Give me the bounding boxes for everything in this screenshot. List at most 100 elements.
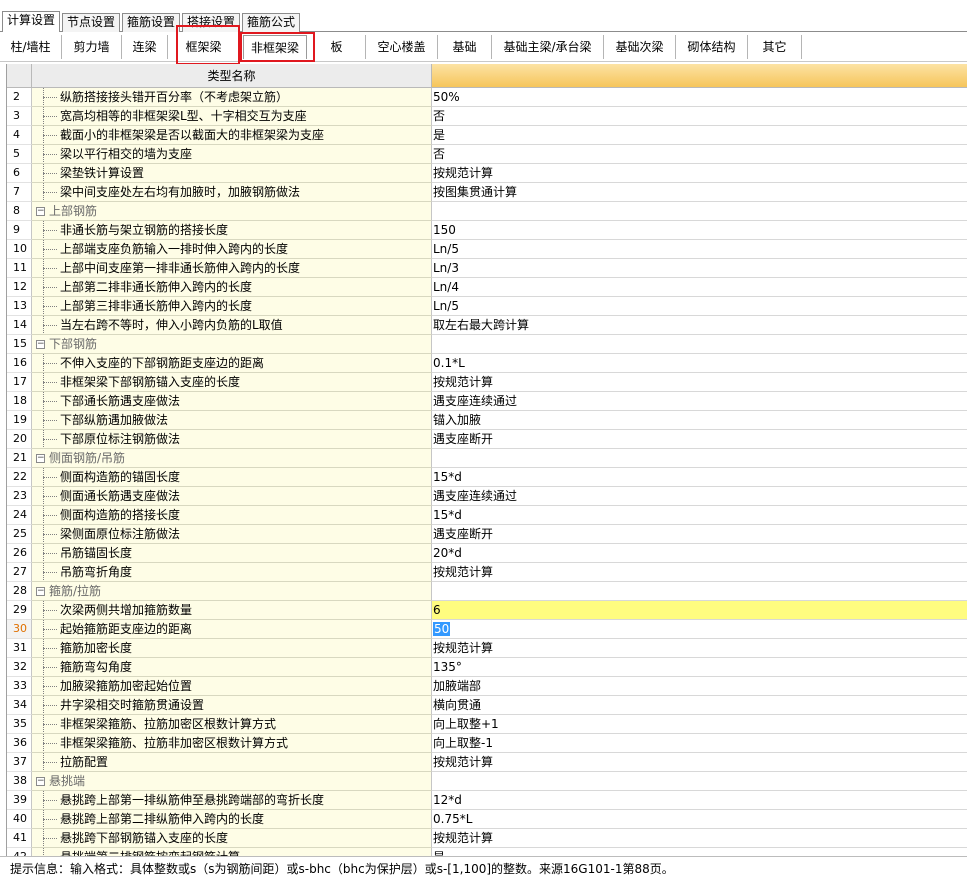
table-row[interactable]: 5 梁以平行相交的墙为支座 否 bbox=[7, 145, 967, 164]
value-cell[interactable]: 按规范计算 bbox=[432, 753, 967, 772]
value-cell[interactable]: 是 bbox=[432, 848, 967, 856]
tab-lap-settings[interactable]: 搭接设置 bbox=[182, 13, 241, 32]
table-row[interactable]: 33 加腋梁箍筋加密起始位置 加腋端部 bbox=[7, 677, 967, 696]
table-row[interactable]: 37 拉筋配置 按规范计算 bbox=[7, 753, 967, 772]
table-row[interactable]: 2 纵筋搭接接头错开百分率（不考虑架立筋） 50% bbox=[7, 88, 967, 107]
collapse-icon[interactable]: − bbox=[36, 207, 45, 216]
table-row[interactable]: 32 箍筋弯勾角度 135° bbox=[7, 658, 967, 677]
collapse-icon[interactable]: − bbox=[36, 454, 45, 463]
tab-stirrup-formula[interactable]: 箍筋公式 bbox=[242, 13, 301, 32]
value-cell[interactable]: 6 bbox=[432, 601, 967, 620]
value-cell[interactable]: 0.75*L bbox=[432, 810, 967, 829]
value-cell[interactable]: 按规范计算 bbox=[432, 373, 967, 392]
table-row[interactable]: 39 悬挑跨上部第一排纵筋伸至悬挑跨端部的弯折长度 12*d bbox=[7, 791, 967, 810]
table-row[interactable]: 19 下部纵筋遇加腋做法 锚入加腋 bbox=[7, 411, 967, 430]
tab-foundation-main-beam[interactable]: 基础主梁/承台梁 bbox=[492, 35, 604, 59]
value-cell[interactable]: 按规范计算 bbox=[432, 164, 967, 183]
table-row[interactable]: 26 吊筋锚固长度 20*d bbox=[7, 544, 967, 563]
value-cell[interactable]: 150 bbox=[432, 221, 967, 240]
tab-masonry[interactable]: 砌体结构 bbox=[676, 35, 748, 59]
value-cell[interactable]: 按规范计算 bbox=[432, 639, 967, 658]
table-row[interactable]: 22 侧面构造筋的锚固长度 15*d bbox=[7, 468, 967, 487]
tab-others[interactable]: 其它 bbox=[748, 35, 802, 59]
value-cell[interactable]: 横向贯通 bbox=[432, 696, 967, 715]
value-cell[interactable]: Ln/5 bbox=[432, 297, 967, 316]
table-row[interactable]: 24 侧面构造筋的搭接长度 15*d bbox=[7, 506, 967, 525]
table-row[interactable]: 35 非框架梁箍筋、拉筋加密区根数计算方式 向上取整+1 bbox=[7, 715, 967, 734]
tab-non-frame-beam[interactable]: 非框架梁 bbox=[243, 35, 307, 59]
table-row[interactable]: 27 吊筋弯折角度 按规范计算 bbox=[7, 563, 967, 582]
value-cell[interactable]: 遇支座连续通过 bbox=[432, 487, 967, 506]
tab-slab[interactable]: 板 bbox=[308, 35, 366, 59]
table-row[interactable]: 34 井字梁相交时箍筋贯通设置 横向贯通 bbox=[7, 696, 967, 715]
table-row[interactable]: 4 截面小的非框架梁是否以截面大的非框架梁为支座 是 bbox=[7, 126, 967, 145]
table-row[interactable]: 11 上部中间支座第一排非通长筋伸入跨内的长度 Ln/3 bbox=[7, 259, 967, 278]
value-cell[interactable]: 50 bbox=[432, 620, 967, 639]
table-row[interactable]: 18 下部通长筋遇支座做法 遇支座连续通过 bbox=[7, 392, 967, 411]
table-row[interactable]: 12 上部第二排非通长筋伸入跨内的长度 Ln/4 bbox=[7, 278, 967, 297]
collapse-icon[interactable]: − bbox=[36, 340, 45, 349]
value-cell[interactable]: 加腋端部 bbox=[432, 677, 967, 696]
value-cell[interactable]: 12*d bbox=[432, 791, 967, 810]
value-cell[interactable]: Ln/5 bbox=[432, 240, 967, 259]
value-cell[interactable]: 15*d bbox=[432, 468, 967, 487]
table-row[interactable]: 30 起始箍筋距支座边的距离 50 bbox=[7, 620, 967, 639]
tab-shear-wall[interactable]: 剪力墙 bbox=[62, 35, 122, 59]
value-cell[interactable]: 20*d bbox=[432, 544, 967, 563]
value-cell[interactable]: 是 bbox=[432, 126, 967, 145]
table-row[interactable]: 17 非框架梁下部钢筋锚入支座的长度 按规范计算 bbox=[7, 373, 967, 392]
group-row[interactable]: 8− 上部钢筋 bbox=[7, 202, 967, 221]
group-row[interactable]: 28− 箍筋/拉筋 bbox=[7, 582, 967, 601]
value-cell[interactable] bbox=[432, 582, 967, 601]
table-row[interactable]: 23 侧面通长筋遇支座做法 遇支座连续通过 bbox=[7, 487, 967, 506]
tab-stirrup-settings[interactable]: 箍筋设置 bbox=[122, 13, 181, 32]
tab-column-wallcolumn[interactable]: 柱/墙柱 bbox=[0, 35, 62, 59]
table-row[interactable]: 42 悬挑端第二排钢筋按弯起钢筋计算 是 bbox=[7, 848, 967, 856]
collapse-icon[interactable]: − bbox=[36, 777, 45, 786]
table-row[interactable]: 7 梁中间支座处左右均有加腋时，加腋钢筋做法 按图集贯通计算 bbox=[7, 183, 967, 202]
value-cell[interactable]: Ln/3 bbox=[432, 259, 967, 278]
table-row[interactable]: 20 下部原位标注钢筋做法 遇支座断开 bbox=[7, 430, 967, 449]
table-row[interactable]: 31 箍筋加密长度 按规范计算 bbox=[7, 639, 967, 658]
value-cell[interactable]: 0.1*L bbox=[432, 354, 967, 373]
tab-coupling-beam[interactable]: 连梁 bbox=[122, 35, 168, 59]
group-row[interactable]: 21− 侧面钢筋/吊筋 bbox=[7, 449, 967, 468]
value-cell[interactable]: 否 bbox=[432, 145, 967, 164]
value-cell[interactable]: 15*d bbox=[432, 506, 967, 525]
value-cell[interactable]: 遇支座断开 bbox=[432, 430, 967, 449]
value-cell[interactable]: 否 bbox=[432, 107, 967, 126]
value-cell[interactable]: 向上取整+1 bbox=[432, 715, 967, 734]
table-row[interactable]: 16 不伸入支座的下部钢筋距支座边的距离 0.1*L bbox=[7, 354, 967, 373]
table-row[interactable]: 25 梁侧面原位标注筋做法 遇支座断开 bbox=[7, 525, 967, 544]
table-row[interactable]: 10 上部端支座负筋输入一排时伸入跨内的长度 Ln/5 bbox=[7, 240, 967, 259]
tab-hollow-floor[interactable]: 空心楼盖 bbox=[366, 35, 438, 59]
value-cell[interactable]: 按规范计算 bbox=[432, 829, 967, 848]
tab-node-settings[interactable]: 节点设置 bbox=[62, 13, 121, 32]
value-cell[interactable] bbox=[432, 335, 967, 354]
table-row[interactable]: 40 悬挑跨上部第二排纵筋伸入跨内的长度 0.75*L bbox=[7, 810, 967, 829]
value-cell[interactable]: 取左右最大跨计算 bbox=[432, 316, 967, 335]
table-row[interactable]: 9 非通长筋与架立钢筋的搭接长度 150 bbox=[7, 221, 967, 240]
value-cell[interactable] bbox=[432, 202, 967, 221]
value-cell[interactable]: 135° bbox=[432, 658, 967, 677]
value-cell[interactable]: 按图集贯通计算 bbox=[432, 183, 967, 202]
collapse-icon[interactable]: − bbox=[36, 587, 45, 596]
value-cell[interactable]: 按规范计算 bbox=[432, 563, 967, 582]
table-row[interactable]: 29 次梁两侧共增加箍筋数量 6 bbox=[7, 601, 967, 620]
table-row[interactable]: 3 宽高均相等的非框架梁L型、十字相交互为支座 否 bbox=[7, 107, 967, 126]
value-cell[interactable]: 遇支座断开 bbox=[432, 525, 967, 544]
table-row[interactable]: 14 当左右跨不等时，伸入小跨内负筋的L取值 取左右最大跨计算 bbox=[7, 316, 967, 335]
table-row[interactable]: 6 梁垫铁计算设置 按规范计算 bbox=[7, 164, 967, 183]
tab-calc-settings[interactable]: 计算设置 bbox=[2, 11, 61, 33]
tab-foundation[interactable]: 基础 bbox=[438, 35, 492, 59]
value-cell[interactable]: 50% bbox=[432, 88, 967, 107]
group-row[interactable]: 15− 下部钢筋 bbox=[7, 335, 967, 354]
tab-frame-beam[interactable]: 框架梁 bbox=[168, 35, 240, 59]
table-row[interactable]: 41 悬挑跨下部钢筋锚入支座的长度 按规范计算 bbox=[7, 829, 967, 848]
table-row[interactable]: 13 上部第三排非通长筋伸入跨内的长度 Ln/5 bbox=[7, 297, 967, 316]
value-cell[interactable] bbox=[432, 449, 967, 468]
value-cell[interactable]: 锚入加腋 bbox=[432, 411, 967, 430]
tab-foundation-secondary-beam[interactable]: 基础次梁 bbox=[604, 35, 676, 59]
value-cell[interactable]: 遇支座连续通过 bbox=[432, 392, 967, 411]
table-row[interactable]: 36 非框架梁箍筋、拉筋非加密区根数计算方式 向上取整-1 bbox=[7, 734, 967, 753]
